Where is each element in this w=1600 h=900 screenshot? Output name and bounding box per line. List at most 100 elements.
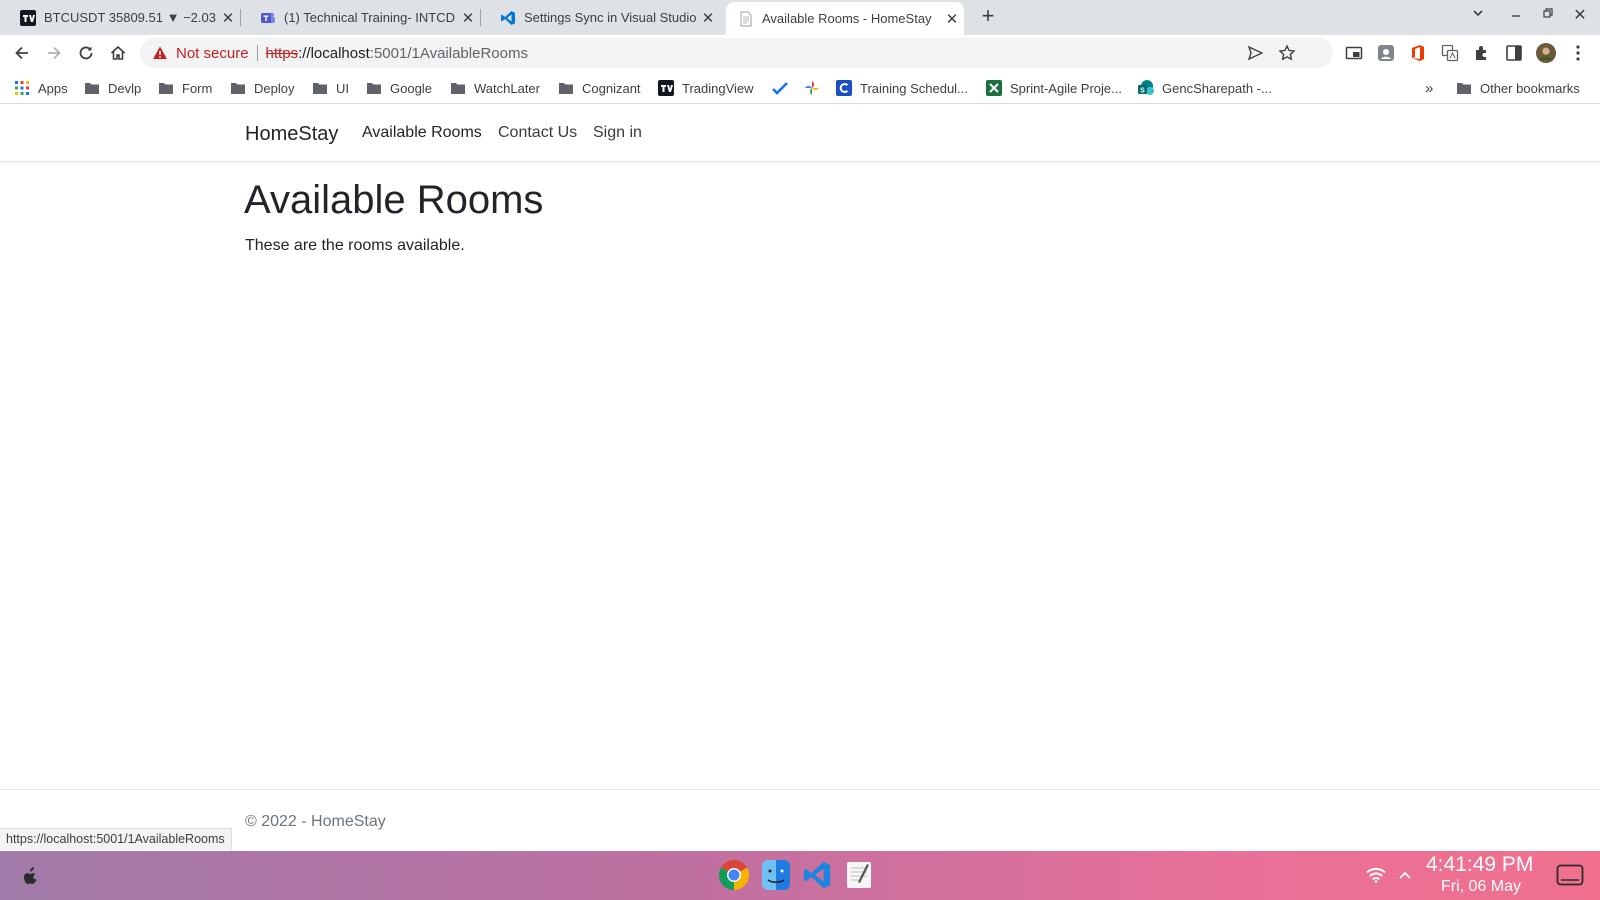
bookmark-label: Form [182, 80, 213, 96]
clock-date[interactable]: Fri, 06 May [1441, 878, 1521, 896]
address-divider [256, 45, 258, 61]
bookmark-label: Other bookmarks [1480, 80, 1580, 96]
finder-dock-icon[interactable] [760, 859, 792, 891]
folder-icon [366, 80, 382, 96]
site-navbar: HomeStay Available Rooms Contact Us Sign… [0, 104, 1600, 162]
vscode-icon [500, 10, 516, 26]
close-tab-icon[interactable]: ✕ [940, 10, 964, 28]
address-bar[interactable]: Not secure https ://localhost :5001/1Ava… [140, 38, 1333, 68]
warning-icon[interactable] [152, 45, 168, 61]
site-footer: © 2022 - HomeStay [0, 789, 1600, 851]
bookmark-label: Devlp [108, 80, 142, 96]
svg-text:S: S [1140, 88, 1145, 95]
restore-icon[interactable] [1534, 6, 1562, 22]
bookmarks-bar: Apps Devlp Form Deploy UI Google WatchLa… [0, 71, 1600, 104]
folder-icon [158, 80, 174, 96]
text-editor-dock-icon[interactable] [843, 859, 875, 891]
bookmark-folder-watchlater[interactable]: WatchLater [450, 78, 540, 98]
reload-icon[interactable] [74, 41, 98, 65]
tradingview-icon [658, 80, 674, 96]
c-logo-icon [836, 80, 852, 96]
folder-icon [450, 80, 466, 96]
clock-time[interactable]: 4:41:49 PM [1426, 854, 1533, 875]
not-secure-label[interactable]: Not secure [176, 45, 249, 62]
bookmark-sprint-agile[interactable]: Sprint-Agile Proje... [986, 78, 1122, 98]
bookmark-training-schedule[interactable]: Training Schedul... [836, 78, 968, 98]
extensions-puzzle-icon[interactable] [1472, 43, 1492, 63]
bookmark-folder-google[interactable]: Google [366, 78, 432, 98]
nav-link-contact-us[interactable]: Contact Us [498, 124, 577, 142]
tab-settings-sync[interactable]: Settings Sync in Visual Studio ✕ [488, 0, 720, 35]
nav-link-sign-in[interactable]: Sign in [593, 124, 642, 142]
tab-divider [480, 9, 481, 26]
back-arrow-icon[interactable] [10, 41, 34, 65]
more-bookmarks-chevron[interactable]: » [1425, 78, 1433, 98]
page-icon [738, 11, 754, 27]
bookmark-label: GencSharepath -... [1162, 80, 1272, 96]
minimize-icon[interactable] [1502, 6, 1530, 22]
bookmark-label: Training Schedul... [860, 80, 968, 96]
blue-check-icon [772, 80, 788, 96]
close-window-icon[interactable]: ✕ [1566, 5, 1594, 25]
tab-divider [240, 9, 241, 26]
url-scheme: https [265, 44, 299, 62]
forward-arrow-icon[interactable] [42, 41, 66, 65]
new-tab-button[interactable]: + [976, 5, 1000, 29]
close-tab-icon[interactable]: ✕ [456, 9, 480, 27]
notification-panel-icon[interactable] [1554, 859, 1586, 891]
tab-title: Available Rooms - HomeStay [762, 11, 932, 26]
bookmark-label: UI [336, 80, 349, 96]
bookmark-label: Google [390, 80, 432, 96]
cast-icon[interactable] [1344, 43, 1364, 63]
bookmark-folder-deploy[interactable]: Deploy [230, 78, 294, 98]
translate-icon[interactable] [1440, 43, 1460, 63]
wifi-icon[interactable] [1364, 859, 1388, 891]
bookmark-star-icon[interactable] [1278, 44, 1296, 62]
teams-icon [260, 10, 276, 26]
bookmark-gencsharepath[interactable]: S GencSharepath -... [1138, 78, 1272, 98]
tab-technical-training[interactable]: (1) Technical Training- INTCDE ✕ [248, 0, 481, 35]
send-icon[interactable] [1246, 44, 1264, 62]
bookmark-apps[interactable]: Apps [14, 78, 68, 98]
bookmark-folder-form[interactable]: Form [158, 78, 212, 98]
tab-btcusdt[interactable]: BTCUSDT 35809.51 ▼ −2.03% ✕ [8, 0, 241, 35]
bookmark-folder-devlp[interactable]: Devlp [84, 78, 141, 98]
office-icon[interactable] [1408, 43, 1428, 63]
tab-title: BTCUSDT 35809.51 ▼ −2.03% [44, 10, 216, 25]
bookmark-label: Sprint-Agile Proje... [1010, 80, 1122, 96]
dock-taskbar: 4:41:49 PM Fri, 06 May [0, 851, 1600, 900]
folder-icon [1456, 80, 1472, 96]
folder-icon [312, 80, 328, 96]
bookmark-tradingview[interactable]: TradingView [658, 78, 754, 98]
side-panel-icon[interactable] [1504, 43, 1524, 63]
nav-link-available-rooms[interactable]: Available Rooms [362, 124, 482, 142]
chrome-dock-icon[interactable] [718, 859, 750, 891]
tray-chevron-up-icon[interactable] [1395, 859, 1415, 891]
bookmark-pinwheel[interactable] [804, 78, 828, 98]
menu-kebab-icon[interactable] [1568, 43, 1588, 63]
tab-available-rooms[interactable]: Available Rooms - HomeStay ✕ [726, 2, 964, 35]
bookmark-folder-ui[interactable]: UI [312, 78, 349, 98]
profile-avatar[interactable] [1536, 43, 1556, 63]
folder-icon [558, 80, 574, 96]
home-icon[interactable] [106, 41, 130, 65]
bookmark-label: Cognizant [582, 80, 641, 96]
extension-gray-icon[interactable] [1376, 43, 1396, 63]
bookmark-label: Deploy [254, 80, 295, 96]
sharepoint-icon: S [1138, 80, 1154, 96]
vscode-dock-icon[interactable] [801, 859, 833, 891]
close-tab-icon[interactable]: ✕ [696, 9, 720, 27]
tab-search-icon[interactable] [1464, 6, 1492, 22]
bookmark-folder-cognizant[interactable]: Cognizant [558, 78, 641, 98]
tab-title: (1) Technical Training- INTCDE [284, 10, 456, 25]
bookmark-label: TradingView [682, 80, 754, 96]
url-host: ://localhost [298, 44, 370, 62]
tab-strip: BTCUSDT 35809.51 ▼ −2.03% ✕ (1) Technica… [0, 0, 1600, 35]
tab-title: Settings Sync in Visual Studio [524, 10, 696, 25]
close-tab-icon[interactable]: ✕ [216, 9, 240, 27]
bookmark-checkmark[interactable] [772, 78, 796, 98]
url-path: :5001/1AvailableRooms [369, 44, 528, 62]
site-brand-link[interactable]: HomeStay [245, 123, 338, 146]
apple-menu-icon[interactable] [14, 859, 46, 891]
other-bookmarks[interactable]: Other bookmarks [1456, 78, 1580, 98]
